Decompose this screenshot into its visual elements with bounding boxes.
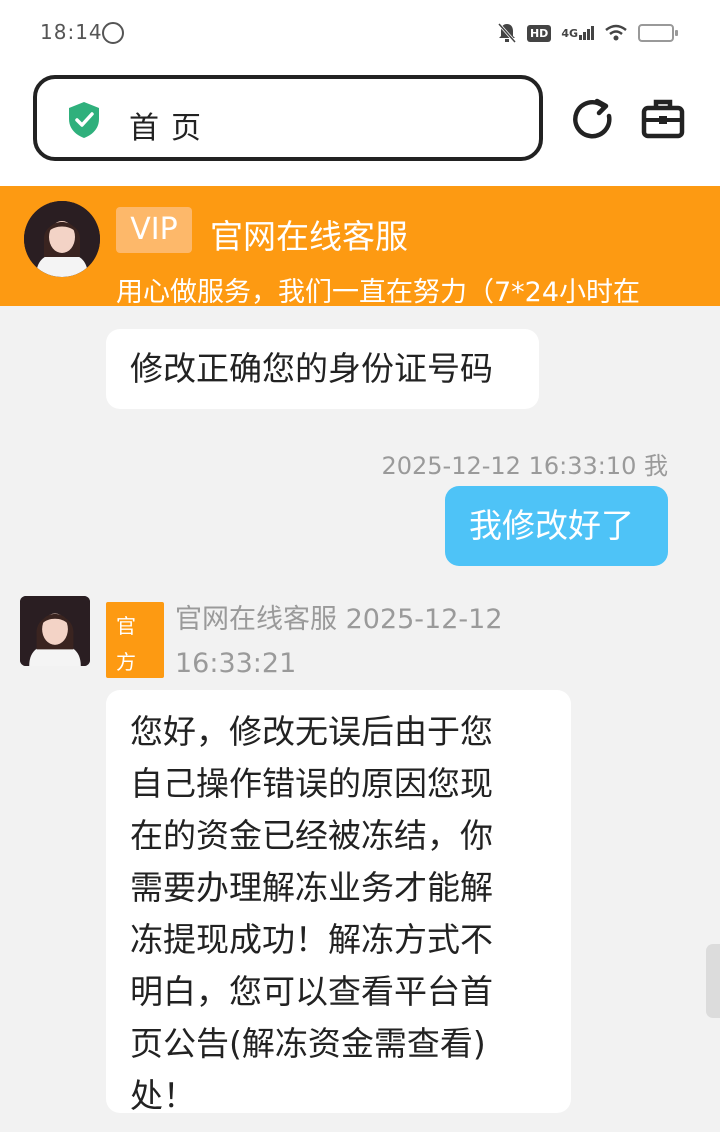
- agent-slogan: 用心做服务，我们一直在努力（7*24小时在: [116, 277, 641, 306]
- agent-name: 官网在线客服: [210, 217, 408, 256]
- network-type: 4G: [561, 27, 578, 40]
- refresh-icon[interactable]: [570, 96, 616, 142]
- message-text: 我修改好了: [469, 506, 634, 545]
- sender-time: 16:33:21: [175, 648, 297, 679]
- message-line: 页公告(解冻资金需查看): [130, 1024, 486, 1063]
- message-timestamp: 2025-12-12 16:33:10 我: [381, 452, 668, 480]
- message-bubble-received: 修改正确您的身份证号码: [106, 329, 539, 409]
- official-badge: 官 方: [106, 602, 164, 678]
- message-line: 冻提现成功！解冻方式不: [130, 920, 493, 959]
- status-time: 18:14: [40, 20, 103, 44]
- signal-icon: 4G: [561, 26, 594, 40]
- wifi-icon: [605, 24, 627, 41]
- message-line: 处！: [130, 1076, 196, 1115]
- message-line: 自己操作错误的原因您现: [130, 764, 493, 803]
- sender-meta: 官网在线客服 2025-12-12 16:33:21: [175, 598, 505, 686]
- message-bubble-received: 您好，修改无误后由于您 自己操作错误的原因您现 在的资金已经被冻结，你 需要办理…: [106, 690, 571, 1115]
- avatar-image: [24, 201, 100, 277]
- battery-level: 40: [648, 25, 664, 38]
- status-icons: HD 4G 40: [497, 22, 678, 44]
- message-text: 修改正确您的身份证号码: [130, 349, 493, 388]
- hd-icon: HD: [526, 24, 552, 42]
- scrollbar-thumb[interactable]: [706, 944, 720, 1018]
- message-line: 明白，您可以查看平台首: [130, 972, 493, 1011]
- avatar-image: [20, 596, 90, 666]
- chat-header: VIP 官网在线客服 用心做服务，我们一直在努力（7*24小时在: [0, 186, 720, 306]
- notification-icon: [102, 22, 124, 44]
- url-text: 首页: [129, 111, 213, 146]
- official-badge-char: 官: [116, 614, 136, 638]
- message-line: 需要办理解冻业务才能解: [130, 868, 493, 907]
- sender-name-date: 官网在线客服 2025-12-12: [175, 604, 503, 635]
- agent-avatar[interactable]: [24, 201, 100, 277]
- message-bubble-sent: 我修改好了: [445, 486, 668, 566]
- message-line: 在的资金已经被冻结，你: [130, 816, 493, 855]
- mute-bell-icon: [497, 23, 517, 43]
- battery-icon: 40: [638, 24, 678, 42]
- shield-check-icon: [69, 102, 99, 138]
- browser-bar: 首页: [0, 66, 720, 186]
- address-bar[interactable]: 首页: [33, 75, 543, 161]
- message-line: 您好，修改无误后由于您: [130, 712, 493, 751]
- official-badge-char: 方: [116, 650, 136, 674]
- agent-message-avatar[interactable]: [20, 596, 90, 666]
- status-bar: 18:14 HD 4G 40: [0, 0, 720, 66]
- toolbox-icon[interactable]: [640, 96, 686, 142]
- vip-badge: VIP: [116, 207, 192, 253]
